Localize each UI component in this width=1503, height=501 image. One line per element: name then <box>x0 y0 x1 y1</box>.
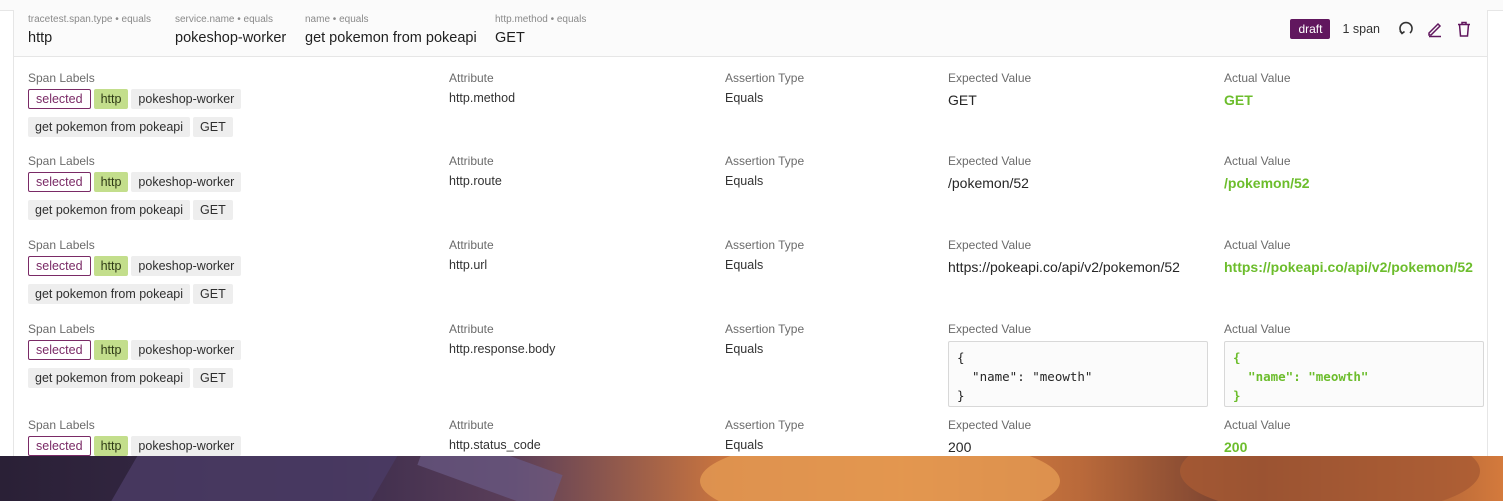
expected-value: GET <box>948 92 977 108</box>
revert-icon[interactable] <box>1397 20 1415 38</box>
selector-value: pokeshop-worker <box>175 30 287 46</box>
actual-value-heading: Actual Value <box>1224 418 1291 432</box>
expected-value-code: { "name": "meowth" } <box>948 341 1208 407</box>
selector-caption: service.name • equals <box>175 14 273 25</box>
span-labels-heading: Span Labels <box>28 71 95 85</box>
tag-service: pokeshop-worker <box>131 172 242 192</box>
span-labels-heading: Span Labels <box>28 238 95 252</box>
span-labels-heading: Span Labels <box>28 322 95 336</box>
selector-http-method: http.method • equals GET <box>495 14 586 46</box>
tag-method: GET <box>193 200 233 220</box>
tag-service: pokeshop-worker <box>131 89 242 109</box>
selector-value: http <box>28 30 53 46</box>
assertion-type-heading: Assertion Type <box>725 238 805 252</box>
tag-selected: selected <box>28 89 91 109</box>
expected-value: /pokemon/52 <box>948 175 1029 191</box>
card-header[interactable]: tracetest.span.type • equals http servic… <box>14 10 1487 57</box>
assertion-type-value: Equals <box>725 174 764 188</box>
attribute-heading: Attribute <box>449 238 494 252</box>
selector-service-name: service.name • equals pokeshop-worker <box>175 14 286 46</box>
span-tag-list: selected http pokeshop-worker get pokemon … <box>28 256 308 312</box>
assertion-type-heading: Assertion Type <box>725 322 805 336</box>
attribute-value: http.status_code <box>449 438 541 452</box>
assertion-type-value: Equals <box>725 342 764 356</box>
actual-value: /pokemon/52 <box>1224 175 1310 191</box>
actual-value: GET <box>1224 92 1253 108</box>
expected-value-heading: Expected Value <box>948 322 1032 336</box>
actual-value: 200 <box>1224 439 1248 455</box>
actual-value-code: { "name": "meowth" } <box>1224 341 1484 407</box>
span-tag-list: selected http pokeshop-worker get pokemon … <box>28 340 308 396</box>
actual-value-heading: Actual Value <box>1224 322 1291 336</box>
span-tag-list: selected http pokeshop-worker get pokemon … <box>28 89 308 145</box>
tag-http: http <box>93 172 129 192</box>
header-actions: draft 1 span <box>1290 19 1473 39</box>
actual-value-heading: Actual Value <box>1224 71 1291 85</box>
span-labels-heading: Span Labels <box>28 418 95 432</box>
assertion-type-heading: Assertion Type <box>725 418 805 432</box>
assertion-type-heading: Assertion Type <box>725 71 805 85</box>
attribute-value: http.method <box>449 91 516 105</box>
attribute-value: http.response.body <box>449 342 556 356</box>
tag-method: GET <box>193 284 233 304</box>
assertion-card: tracetest.span.type • equals http servic… <box>13 10 1488 456</box>
tag-http: http <box>93 256 129 276</box>
tag-service: pokeshop-worker <box>131 256 242 276</box>
assertion-type-value: Equals <box>725 258 764 272</box>
tag-selected: selected <box>28 172 91 192</box>
assertion-type-heading: Assertion Type <box>725 154 805 168</box>
tag-name: get pokemon from pokeapi <box>28 200 191 220</box>
tag-selected: selected <box>28 436 91 456</box>
attribute-value: http.url <box>449 258 488 272</box>
tag-selected: selected <box>28 340 91 360</box>
assertion-type-value: Equals <box>725 91 764 105</box>
expected-value-heading: Expected Value <box>948 154 1032 168</box>
tag-http: http <box>93 89 129 109</box>
tag-name: get pokemon from pokeapi <box>28 117 191 137</box>
tag-http: http <box>93 436 129 456</box>
app-window: tracetest.span.type • equals http servic… <box>0 0 1503 456</box>
expected-value-heading: Expected Value <box>948 71 1032 85</box>
assertion-type-value: Equals <box>725 438 764 452</box>
span-count: 1 span <box>1342 22 1380 36</box>
actual-value: https://pokeapi.co/api/v2/pokemon/52 <box>1224 259 1473 275</box>
expected-value-heading: Expected Value <box>948 238 1032 252</box>
attribute-heading: Attribute <box>449 154 494 168</box>
span-tag-list: selected http pokeshop-worker <box>28 436 308 456</box>
tag-name: get pokemon from pokeapi <box>28 368 191 388</box>
selector-caption: name • equals <box>305 14 369 25</box>
span-tag-list: selected http pokeshop-worker get pokemon … <box>28 172 308 228</box>
attribute-heading: Attribute <box>449 322 494 336</box>
selector-name: name • equals get pokemon from pokeapi <box>305 14 477 46</box>
desktop-wallpaper <box>0 456 1503 501</box>
expected-value: 200 <box>948 439 972 455</box>
selector-span-type: tracetest.span.type • equals http <box>28 14 151 46</box>
attribute-heading: Attribute <box>449 418 494 432</box>
tag-method: GET <box>193 117 233 137</box>
attribute-heading: Attribute <box>449 71 494 85</box>
span-labels-heading: Span Labels <box>28 154 95 168</box>
edit-icon[interactable] <box>1426 20 1444 38</box>
selector-value: GET <box>495 30 525 46</box>
tag-service: pokeshop-worker <box>131 436 242 456</box>
selector-caption: tracetest.span.type • equals <box>28 14 152 25</box>
selector-value: get pokemon from pokeapi <box>305 30 477 46</box>
actual-value-heading: Actual Value <box>1224 154 1291 168</box>
tag-selected: selected <box>28 256 91 276</box>
tag-name: get pokemon from pokeapi <box>28 284 191 304</box>
selector-caption: http.method • equals <box>495 14 587 25</box>
tag-http: http <box>93 340 129 360</box>
expected-value-heading: Expected Value <box>948 418 1032 432</box>
actual-value-heading: Actual Value <box>1224 238 1291 252</box>
draft-badge: draft <box>1290 19 1331 39</box>
tag-method: GET <box>193 368 233 388</box>
expected-value: https://pokeapi.co/api/v2/pokemon/52 <box>948 259 1180 275</box>
delete-icon[interactable] <box>1455 20 1473 38</box>
attribute-value: http.route <box>449 174 502 188</box>
tag-service: pokeshop-worker <box>131 340 242 360</box>
